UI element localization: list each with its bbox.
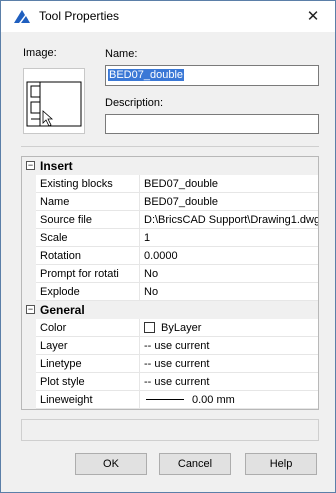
category-label: Insert xyxy=(40,159,73,173)
property-name: Lineweight xyxy=(36,391,140,409)
property-value[interactable]: -- use current xyxy=(140,373,318,391)
property-name: Name xyxy=(36,193,140,211)
category-general[interactable]: − General xyxy=(22,301,318,319)
color-swatch-icon xyxy=(144,322,155,333)
property-name: Plot style xyxy=(36,373,140,391)
close-icon: ✕ xyxy=(306,8,320,25)
property-value[interactable]: BED07_double xyxy=(140,175,318,193)
category-insert[interactable]: − Insert xyxy=(22,157,318,175)
close-button[interactable]: ✕ xyxy=(303,7,323,27)
property-name: Scale xyxy=(36,229,140,247)
image-label: Image: xyxy=(23,47,57,59)
property-row[interactable]: Existing blocks BED07_double xyxy=(22,175,318,193)
property-row[interactable]: Lineweight 0.00 mm xyxy=(22,391,318,409)
tool-properties-dialog: Tool Properties ✕ Image: Name: BED07_dou… xyxy=(0,0,336,493)
property-name: Explode xyxy=(36,283,140,301)
help-button[interactable]: Help xyxy=(245,453,317,475)
block-preview-image xyxy=(23,68,85,134)
property-name: Source file xyxy=(36,211,140,229)
property-row[interactable]: Name BED07_double xyxy=(22,193,318,211)
property-value[interactable]: 0.00 mm xyxy=(140,391,318,409)
property-value[interactable]: D:\BricsCAD Support\Drawing1.dwg xyxy=(140,211,318,229)
property-name: Layer xyxy=(36,337,140,355)
status-area xyxy=(21,419,319,441)
description-field[interactable] xyxy=(105,114,319,134)
property-row[interactable]: Prompt for rotati No xyxy=(22,265,318,283)
collapse-icon[interactable]: − xyxy=(26,161,35,170)
property-name: Existing blocks xyxy=(36,175,140,193)
row-gutter xyxy=(22,175,36,193)
name-field[interactable]: BED07_double xyxy=(105,65,319,86)
property-row[interactable]: Color ByLayer xyxy=(22,319,318,337)
name-field-value: BED07_double xyxy=(108,69,185,81)
collapse-icon[interactable]: − xyxy=(26,305,35,314)
row-gutter xyxy=(22,193,36,211)
row-gutter xyxy=(22,373,36,391)
property-value[interactable]: 1 xyxy=(140,229,318,247)
property-value[interactable]: No xyxy=(140,283,318,301)
property-row[interactable]: Source file D:\BricsCAD Support\Drawing1… xyxy=(22,211,318,229)
property-value[interactable]: BED07_double xyxy=(140,193,318,211)
property-row[interactable]: Linetype -- use current xyxy=(22,355,318,373)
property-value[interactable]: -- use current xyxy=(140,337,318,355)
row-gutter xyxy=(22,355,36,373)
row-gutter xyxy=(22,319,36,337)
lineweight-line-icon xyxy=(146,399,184,400)
dialog-title: Tool Properties xyxy=(39,9,120,23)
row-gutter xyxy=(22,337,36,355)
title-bar: Tool Properties ✕ xyxy=(1,1,335,32)
property-row[interactable]: Scale 1 xyxy=(22,229,318,247)
property-row[interactable]: Rotation 0.0000 xyxy=(22,247,318,265)
property-value[interactable]: -- use current xyxy=(140,355,318,373)
property-row[interactable]: Plot style -- use current xyxy=(22,373,318,391)
property-value[interactable]: 0.0000 xyxy=(140,247,318,265)
color-value: ByLayer xyxy=(161,322,202,334)
cancel-button[interactable]: Cancel xyxy=(159,453,231,475)
bed-block-icon xyxy=(26,81,82,127)
property-name: Linetype xyxy=(36,355,140,373)
property-name: Rotation xyxy=(36,247,140,265)
ok-button[interactable]: OK xyxy=(75,453,147,475)
bricscad-app-icon xyxy=(14,10,30,23)
property-name: Color xyxy=(36,319,140,337)
property-value[interactable]: No xyxy=(140,265,318,283)
row-gutter xyxy=(22,211,36,229)
category-label: General xyxy=(40,303,85,317)
row-gutter xyxy=(22,247,36,265)
property-name: Prompt for rotati xyxy=(36,265,140,283)
property-value[interactable]: ByLayer xyxy=(140,319,318,337)
row-gutter xyxy=(22,229,36,247)
separator-top xyxy=(21,146,319,147)
property-grid: − Insert Existing blocks BED07_double Na… xyxy=(21,156,319,410)
lineweight-value: 0.00 mm xyxy=(192,394,235,406)
property-row[interactable]: Layer -- use current xyxy=(22,337,318,355)
row-gutter xyxy=(22,265,36,283)
description-label: Description: xyxy=(105,97,164,109)
property-row[interactable]: Explode No xyxy=(22,283,318,301)
row-gutter xyxy=(22,283,36,301)
row-gutter xyxy=(22,391,36,409)
name-label: Name: xyxy=(105,48,138,60)
